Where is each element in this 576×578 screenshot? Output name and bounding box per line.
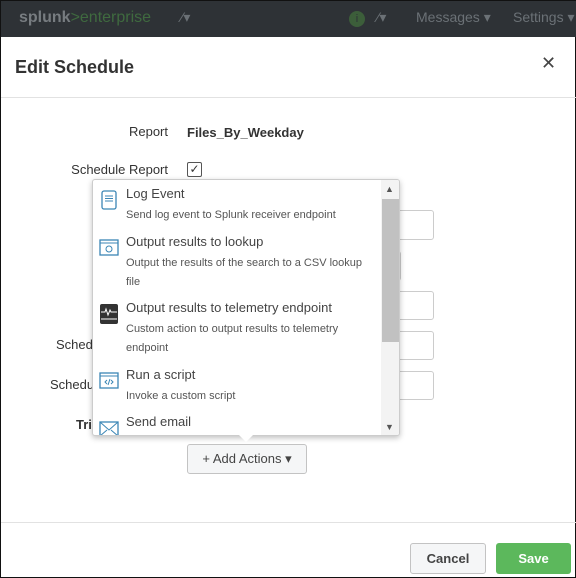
logo-main: splunk — [19, 9, 71, 26]
scroll-up-icon[interactable]: ▲ — [385, 184, 394, 194]
top-nav-bar: splunk>enterprise ⁄▾ i ⁄▾ Messages ▾ Set… — [1, 1, 576, 37]
schedule-label-partial: Sched — [56, 337, 93, 352]
item-desc: Invoke a custom script — [126, 390, 236, 402]
logo-sep: > — [70, 9, 80, 26]
splunk-logo[interactable]: splunk>enterprise — [19, 9, 151, 27]
actions-dropdown-menu: Log Event Send log event to Splunk recei… — [92, 179, 400, 436]
item-desc: Send log event to Splunk receiver endpoi… — [126, 209, 336, 221]
cancel-button[interactable]: Cancel — [410, 543, 486, 574]
menu-item-send-email[interactable]: Send email — [93, 414, 381, 435]
lookup-icon — [99, 239, 119, 256]
schedule-report-label: Schedule Report — [71, 162, 168, 177]
header-divider — [1, 97, 576, 98]
schedule-report-checkbox[interactable]: ✓ — [187, 162, 202, 177]
activity-icon[interactable]: ⁄▾ — [181, 9, 190, 26]
email-icon — [99, 421, 119, 435]
item-title: Output results to telemetry endpoint — [126, 300, 332, 315]
report-value: Files_By_Weekday — [187, 125, 304, 140]
menu-item-run-script[interactable]: Run a script Invoke a custom script — [93, 367, 381, 407]
close-icon[interactable]: ✕ — [541, 53, 556, 74]
footer-divider — [1, 522, 576, 523]
item-title: Send email — [126, 414, 192, 429]
modal-title: Edit Schedule — [15, 57, 135, 77]
messages-menu[interactable]: Messages ▾ — [416, 9, 491, 26]
script-icon — [99, 372, 119, 389]
item-desc: Custom action to output results to telem… — [126, 323, 339, 354]
report-label: Report — [128, 124, 168, 139]
trigger-label-partial: Tri — [76, 417, 92, 432]
item-desc: Output the results of the search to a CS… — [126, 257, 363, 288]
menu-item-telemetry[interactable]: Output results to telemetry endpoint Cus… — [93, 300, 381, 358]
save-button[interactable]: Save — [496, 543, 571, 574]
scrollbar-thumb[interactable] — [382, 199, 399, 342]
schedule-window-label-partial: Schedu — [50, 377, 95, 392]
settings-menu[interactable]: Settings ▾ — [513, 9, 575, 26]
menu-item-log-event[interactable]: Log Event Send log event to Splunk recei… — [93, 186, 381, 231]
user-activity-icon[interactable]: ⁄▾ — [377, 9, 386, 26]
add-actions-button[interactable]: + Add Actions ▾ — [187, 444, 307, 474]
menu-item-output-lookup[interactable]: Output results to lookup Output the resu… — [93, 234, 381, 292]
dropdown-caret — [239, 435, 253, 442]
logo-sub: enterprise — [79, 9, 152, 26]
telemetry-icon — [100, 304, 118, 324]
log-icon — [101, 190, 117, 210]
item-title: Run a script — [126, 367, 196, 382]
item-title: Log Event — [126, 186, 185, 201]
info-icon[interactable]: i — [349, 11, 365, 27]
scroll-down-icon[interactable]: ▼ — [385, 422, 394, 432]
scrollbar[interactable]: ▲ ▼ — [381, 180, 399, 435]
item-title: Output results to lookup — [126, 234, 264, 249]
